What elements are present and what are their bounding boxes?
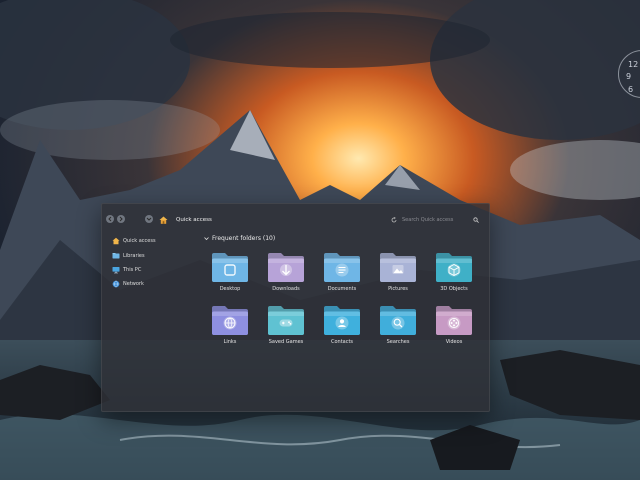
forward-button[interactable]	[117, 215, 125, 223]
sidebar-item-network[interactable]: Network	[112, 279, 200, 289]
arrow-right-icon	[119, 216, 123, 222]
picture-icon	[380, 253, 416, 282]
folder-contacts[interactable]: Contacts	[322, 303, 362, 347]
clock-digit: 6	[628, 85, 634, 94]
folder-label: Desktop	[219, 286, 241, 292]
contacts-icon	[324, 306, 360, 335]
title-bar: Quick access	[102, 204, 489, 232]
search-input[interactable]	[402, 215, 482, 225]
globe-icon	[212, 306, 248, 335]
chevron-down-icon	[204, 237, 209, 241]
address-bar-path[interactable]: Quick access	[176, 217, 212, 223]
folder-saved-games[interactable]: Saved Games	[266, 303, 306, 347]
folder-label: Searches	[386, 339, 410, 345]
frequent-folders-header[interactable]: Frequent folders (10)	[204, 235, 275, 242]
folder-label: Documents	[327, 286, 357, 292]
folder-documents[interactable]: Documents	[322, 250, 362, 294]
folder-label: Videos	[445, 339, 463, 345]
arrow-left-icon	[108, 216, 112, 222]
up-button[interactable]	[145, 215, 153, 223]
back-button[interactable]	[106, 215, 114, 223]
home-icon[interactable]	[159, 216, 168, 224]
sidebar-item-this-pc[interactable]: This PC	[112, 265, 200, 275]
refresh-icon[interactable]	[391, 217, 397, 223]
chevron-down-icon	[146, 217, 152, 221]
desktop-icon	[212, 253, 248, 282]
folder-searches[interactable]: Searches	[378, 303, 418, 347]
sidebar-item-label: Network	[123, 281, 144, 287]
folder-3d-objects[interactable]: 3D Objects	[434, 250, 474, 294]
sidebar-item-libraries[interactable]: Libraries	[112, 251, 200, 261]
folder-videos[interactable]: Videos	[434, 303, 474, 347]
folder-label: Pictures	[388, 286, 408, 292]
sidebar-item-label: This PC	[123, 267, 142, 273]
sidebar-item-label: Quick access	[123, 238, 156, 244]
folder-desktop[interactable]: Desktop	[210, 250, 250, 294]
gamepad-icon	[268, 306, 304, 335]
globe-icon	[112, 280, 120, 288]
sidebar-item-label: Libraries	[123, 253, 145, 259]
monitor-icon	[112, 266, 120, 274]
download-icon	[268, 253, 304, 282]
library-icon	[112, 252, 120, 260]
film-icon	[436, 306, 472, 335]
folder-label: 3D Objects	[440, 286, 468, 292]
search-icon	[380, 306, 416, 335]
folder-label: Downloads	[272, 286, 300, 292]
section-title: Frequent folders (10)	[212, 235, 276, 242]
document-icon	[324, 253, 360, 282]
cube-icon	[436, 253, 472, 282]
folder-links[interactable]: Links	[210, 303, 250, 347]
search-icon[interactable]	[473, 217, 479, 223]
clock-digit: 9	[626, 72, 632, 81]
folder-label: Saved Games	[268, 339, 304, 345]
file-explorer-window: Quick access Quick access Libraries	[101, 203, 490, 412]
sidebar-item-quick-access[interactable]: Quick access	[112, 236, 200, 246]
folder-downloads[interactable]: Downloads	[266, 250, 306, 294]
star-icon	[112, 237, 120, 245]
clock-digit: 12	[628, 60, 639, 69]
folder-label: Links	[223, 339, 237, 345]
folder-pictures[interactable]: Pictures	[378, 250, 418, 294]
folder-label: Contacts	[330, 339, 354, 345]
